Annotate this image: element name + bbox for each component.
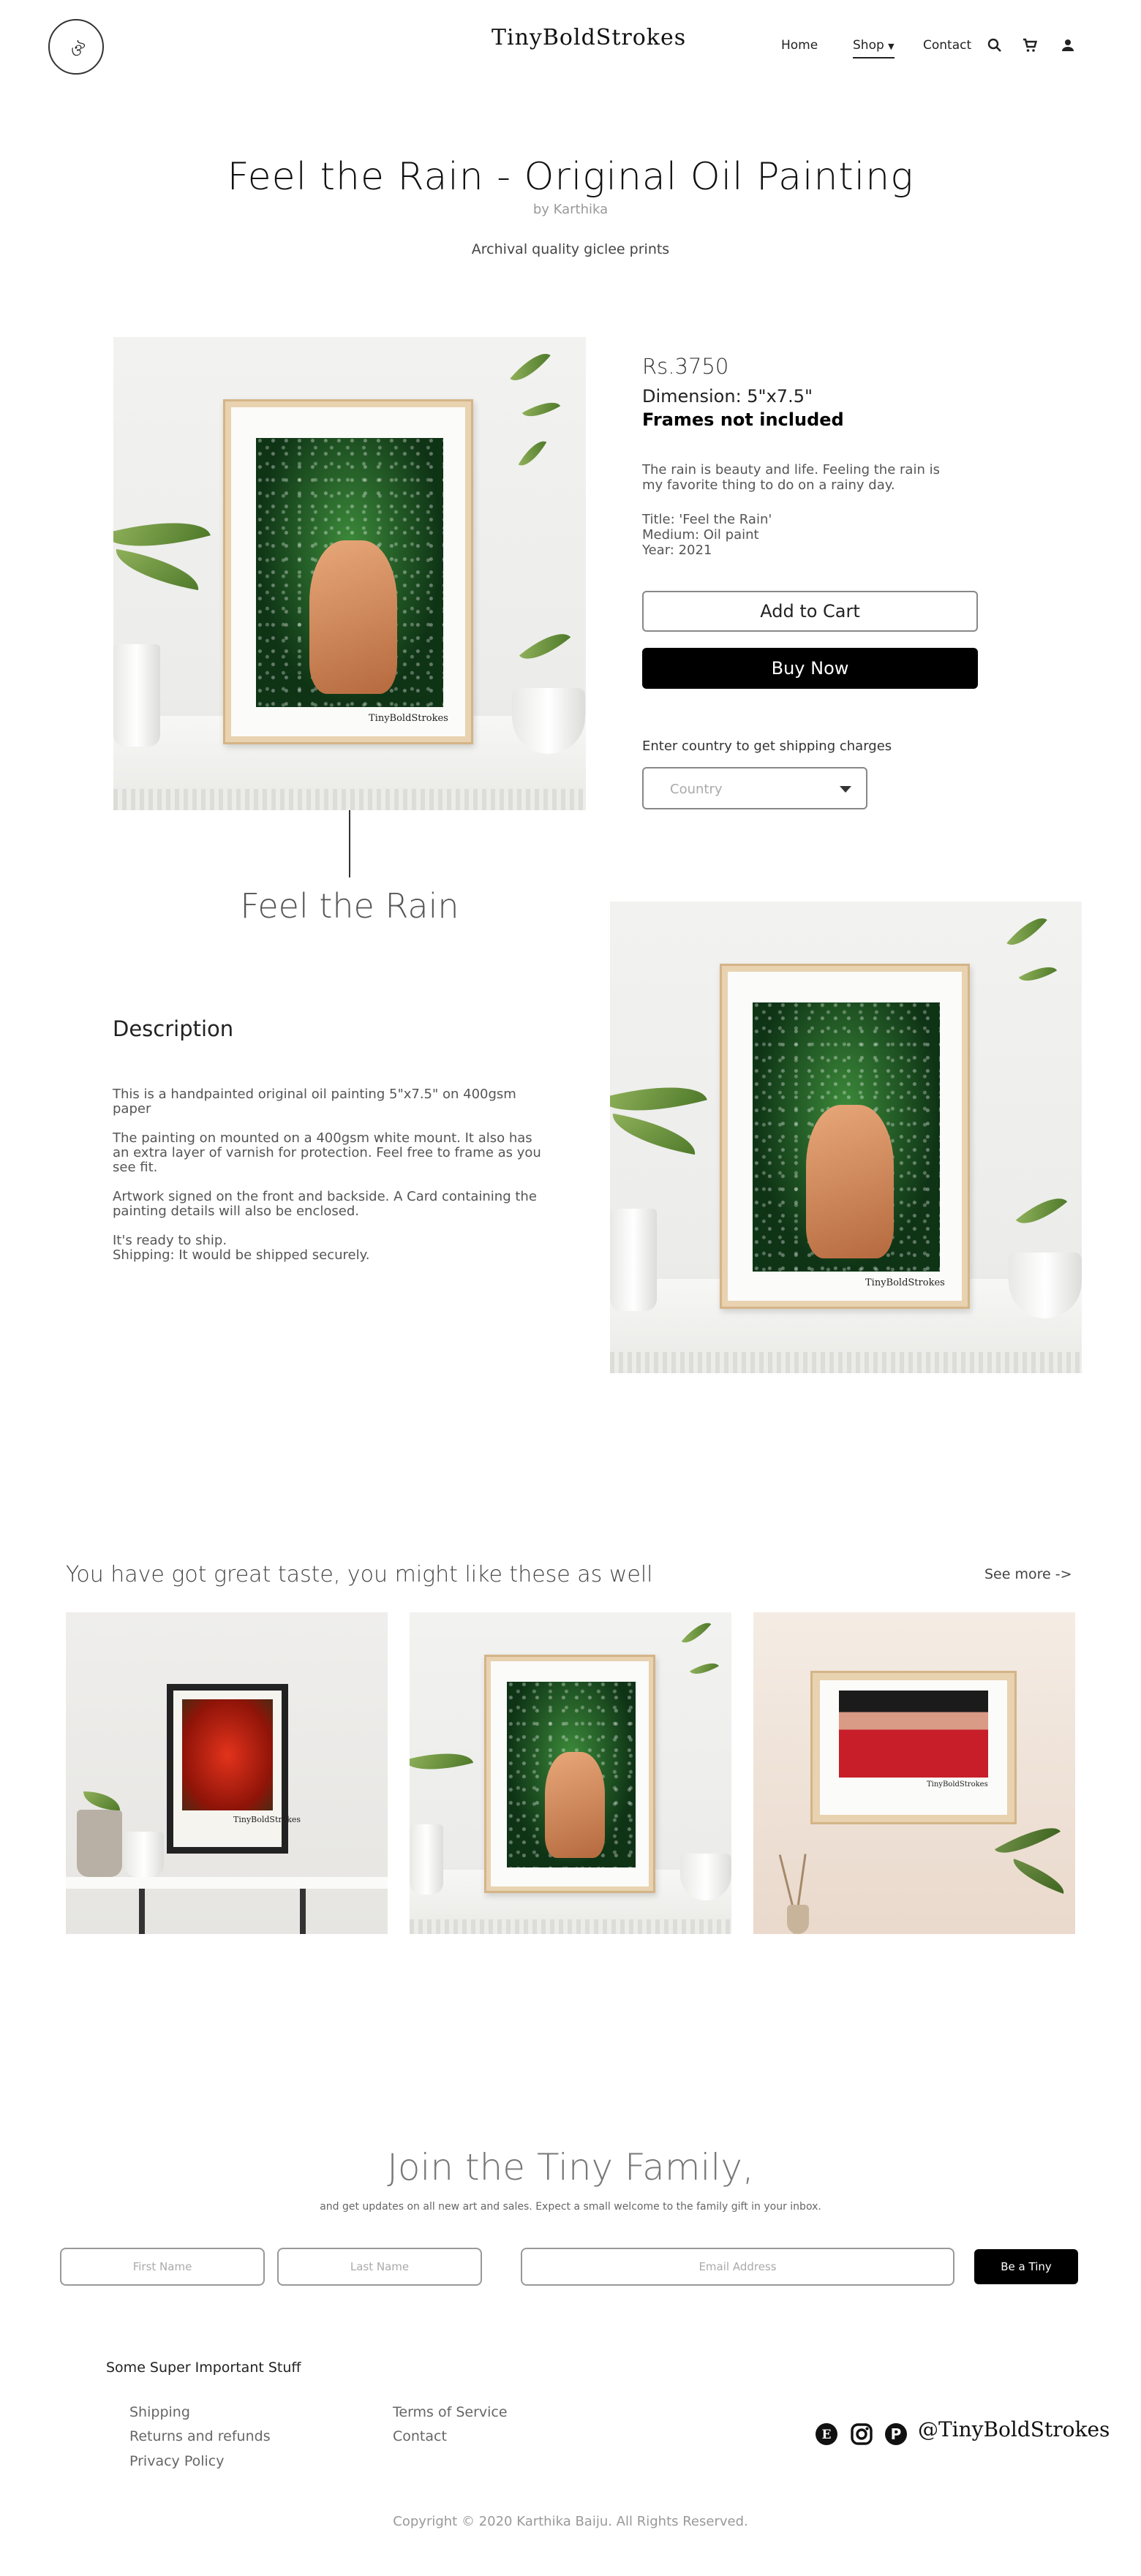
chevron-down-icon: ▼ [888, 42, 895, 51]
last-name-field[interactable]: Last Name [277, 2248, 482, 2286]
see-more-link[interactable]: See more -> [984, 1566, 1072, 1582]
frames-note: Frames not included [642, 409, 844, 430]
nav-shop[interactable]: Shop ▼ [853, 38, 895, 58]
footer-link-terms[interactable]: Terms of Service [393, 2404, 508, 2420]
shipping-label: Enter country to get shipping charges [642, 739, 892, 754]
print-note: Archival quality giclee prints [471, 241, 670, 257]
etsy-icon[interactable]: E [815, 2422, 838, 2446]
nav-contact[interactable]: Contact [923, 38, 971, 53]
recommendations-title: You have got great taste, you might like… [66, 1562, 653, 1587]
nav-home[interactable]: Home [781, 38, 818, 53]
art-signature: TinyBoldStrokes [865, 1277, 945, 1288]
section-label: Feel the Rain [240, 886, 459, 926]
meta-medium: Medium: Oil paint [642, 527, 759, 543]
footer-link-privacy[interactable]: Privacy Policy [129, 2453, 224, 2469]
description-paragraph: The painting on mounted on a 400gsm whit… [113, 1130, 541, 1175]
meta-title: Title: 'Feel the Rain' [642, 512, 772, 527]
buy-now-button[interactable]: Buy Now [642, 648, 978, 689]
product-main-image[interactable]: TinyBoldStrokes [113, 337, 586, 810]
description-heading: Description [113, 1016, 234, 1041]
footer-heading: Some Super Important Stuff [106, 2360, 301, 2376]
brand-wordmark[interactable]: TinyBoldStrokes [492, 25, 685, 50]
recommendation-card-rain[interactable] [410, 1612, 731, 1934]
product-title: Feel the Rain - Original Oil Painting [227, 155, 914, 199]
footer-link-returns[interactable]: Returns and refunds [129, 2428, 271, 2444]
newsletter-subtitle: and get updates on all new art and sales… [320, 2201, 821, 2213]
account-icon[interactable] [1059, 37, 1077, 54]
logo[interactable]: ঔ [48, 19, 104, 75]
social-handle[interactable]: @TinyBoldStrokes [918, 2417, 1110, 2441]
first-name-field[interactable]: First Name [60, 2248, 265, 2286]
description-paragraph: It's ready to ship. [113, 1233, 227, 1248]
recommendation-card-dress[interactable]: TinyBoldStrokes [753, 1612, 1075, 1934]
svg-text:E: E [822, 2428, 832, 2442]
copyright: Copyright © 2020 Karthika Baiju. All Rig… [393, 2514, 748, 2529]
newsletter-title: Join the Tiny Family, [387, 2146, 754, 2188]
description-body: This is a handpainted original oil paint… [113, 1087, 551, 1263]
product-detail-image[interactable]: TinyBoldStrokes [610, 902, 1082, 1373]
description-paragraph: Shipping: It would be shipped securely. [113, 1247, 370, 1263]
add-to-cart-button[interactable]: Add to Cart [642, 591, 978, 632]
product-dimension: Dimension: 5"x7.5" [642, 386, 813, 407]
divider-line [349, 810, 350, 877]
art-signature: TinyBoldStrokes [369, 713, 448, 724]
subscribe-button[interactable]: Be a Tiny [974, 2249, 1078, 2284]
search-icon[interactable] [986, 37, 1003, 54]
logo-glyph: ঔ [69, 42, 83, 60]
chevron-down-icon [840, 786, 851, 793]
pinterest-icon[interactable]: P [884, 2422, 908, 2446]
recommendation-card-pepper[interactable]: TinyBoldStrokes [66, 1612, 388, 1934]
description-paragraph: Artwork signed on the front and backside… [113, 1189, 537, 1219]
product-blurb: The rain is beauty and life. Feeling the… [642, 462, 940, 493]
svg-text:P: P [891, 2425, 902, 2443]
art-signature: TinyBoldStrokes [233, 1815, 301, 1824]
description-paragraph: This is a handpainted original oil paint… [113, 1087, 516, 1117]
cart-icon[interactable] [1021, 37, 1039, 54]
email-field[interactable]: Email Address [521, 2248, 954, 2286]
footer-link-shipping[interactable]: Shipping [129, 2404, 190, 2420]
instagram-icon[interactable] [850, 2422, 873, 2446]
product-meta: Title: 'Feel the Rain' Medium: Oil paint… [642, 512, 772, 558]
nav-shop-label: Shop [853, 38, 884, 53]
country-placeholder: Country [670, 782, 723, 797]
product-price: Rs.3750 [642, 354, 729, 379]
art-signature: TinyBoldStrokes [927, 1780, 988, 1789]
footer-link-contact[interactable]: Contact [393, 2428, 447, 2444]
meta-year: Year: 2021 [642, 543, 712, 558]
product-artist: by Karthika [532, 202, 609, 217]
country-select[interactable]: Country [642, 767, 867, 809]
